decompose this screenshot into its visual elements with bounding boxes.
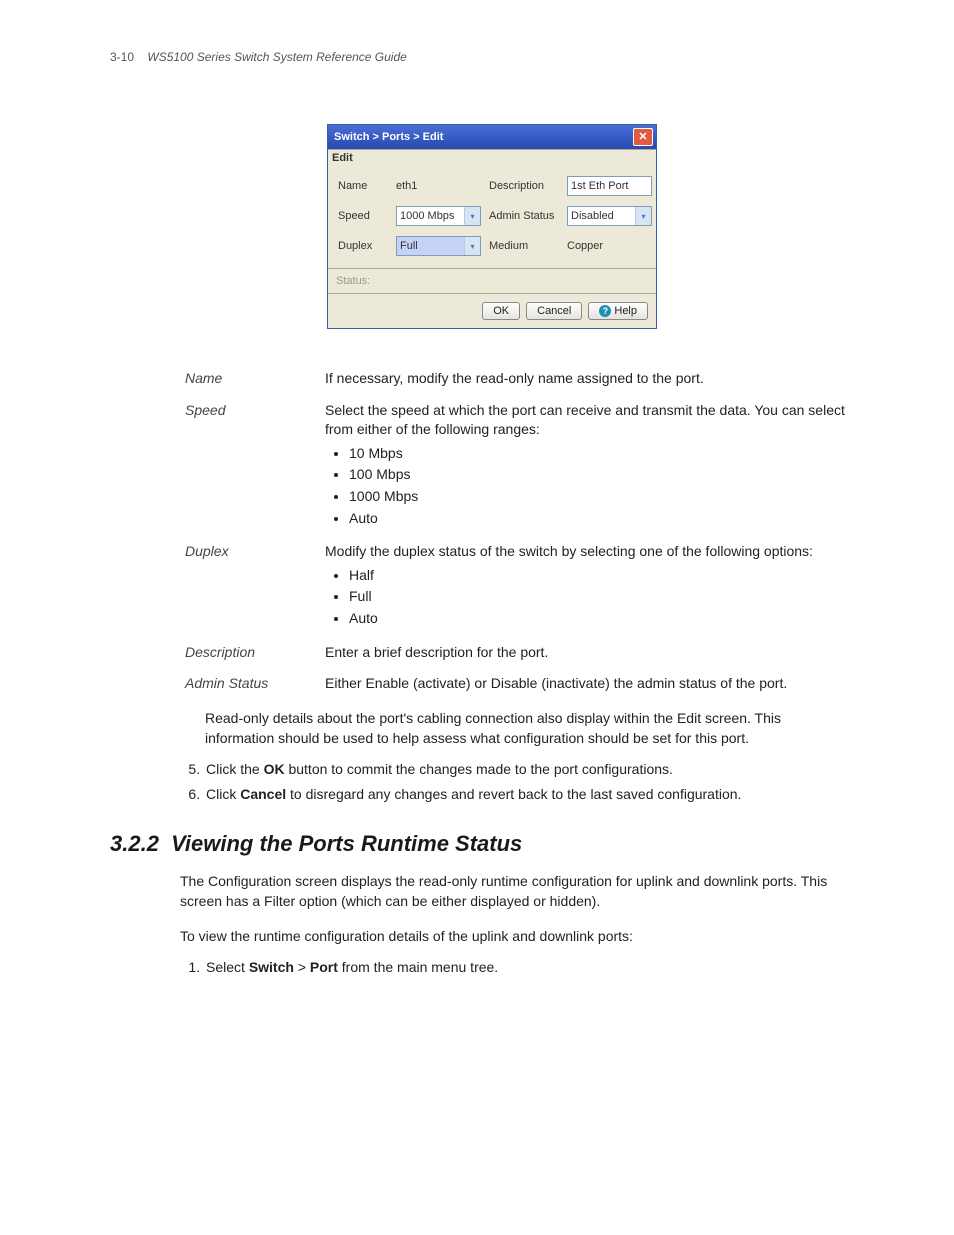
cancel-button[interactable]: Cancel [526,302,582,320]
ok-label: OK [493,305,509,317]
def-name-term: Name [185,369,325,389]
list-item: 1000 Mbps [349,487,854,507]
duplex-dropdown[interactable]: Full ▾ [396,236,481,256]
description-label: Description [489,180,559,192]
ok-button[interactable]: OK [482,302,520,320]
duplex-label: Duplex [338,240,388,252]
speed-label: Speed [338,210,388,222]
def-admin-term: Admin Status [185,674,325,694]
dialog-screenshot: Switch > Ports > Edit ✕ Edit Name eth1 D… [327,124,657,329]
medium-label: Medium [489,240,559,252]
def-duplex-term: Duplex [185,542,325,630]
close-icon[interactable]: ✕ [633,128,653,146]
dialog-subtitle: Edit [328,149,656,166]
cancel-label: Cancel [537,305,571,317]
help-label: Help [614,305,637,317]
chevron-down-icon: ▾ [464,207,480,225]
page-header: 3-10 WS5100 Series Switch System Referen… [110,50,874,64]
guide-title: WS5100 Series Switch System Reference Gu… [147,50,406,64]
admin-status-label: Admin Status [489,210,559,222]
duplex-value: Full [397,240,421,252]
speed-dropdown[interactable]: 1000 Mbps ▾ [396,206,481,226]
name-label: Name [338,180,388,192]
list-item: 100 Mbps [349,465,854,485]
list-item: Half [349,566,854,586]
help-icon: ? [599,305,611,317]
chevron-down-icon: ▾ [464,237,480,255]
def-name-desc: If necessary, modify the read-only name … [325,369,854,389]
steps-list: Click the OK button to commit the change… [182,758,874,805]
step-6: Click Cancel to disregard any changes an… [204,783,874,805]
section-p2: To view the runtime configuration detail… [180,926,854,946]
section-steps: Select Switch > Port from the main menu … [182,956,874,978]
list-item: Auto [349,509,854,529]
admin-status-value: Disabled [568,210,617,222]
step-1: Select Switch > Port from the main menu … [204,956,874,978]
status-label: Status: [328,269,656,294]
help-button[interactable]: ? Help [588,302,648,320]
def-duplex-desc: Modify the duplex status of the switch b… [325,543,813,559]
dialog-title: Switch > Ports > Edit [334,131,443,143]
def-speed-desc: Select the speed at which the port can r… [325,402,845,438]
admin-status-dropdown[interactable]: Disabled ▾ [567,206,652,226]
description-input[interactable]: 1st Eth Port [567,176,652,196]
medium-value: Copper [567,240,652,252]
name-value: eth1 [396,180,481,192]
step-5: Click the OK button to commit the change… [204,758,874,780]
section-heading: 3.2.2 Viewing the Ports Runtime Status [110,831,874,857]
list-item: Auto [349,609,854,629]
dialog-titlebar: Switch > Ports > Edit ✕ [328,125,656,149]
section-title: Viewing the Ports Runtime Status [171,831,522,856]
chevron-down-icon: ▾ [635,207,651,225]
def-description-term: Description [185,643,325,663]
readonly-note: Read-only details about the port's cabli… [205,708,854,749]
def-admin-desc: Either Enable (activate) or Disable (ina… [325,674,854,694]
def-speed-term: Speed [185,401,325,531]
speed-value: 1000 Mbps [397,210,457,222]
list-item: Full [349,587,854,607]
page-number: 3-10 [110,50,134,64]
list-item: 10 Mbps [349,444,854,464]
section-number: 3.2.2 [110,831,159,856]
section-p1: The Configuration screen displays the re… [180,871,854,912]
def-description-desc: Enter a brief description for the port. [325,643,854,663]
